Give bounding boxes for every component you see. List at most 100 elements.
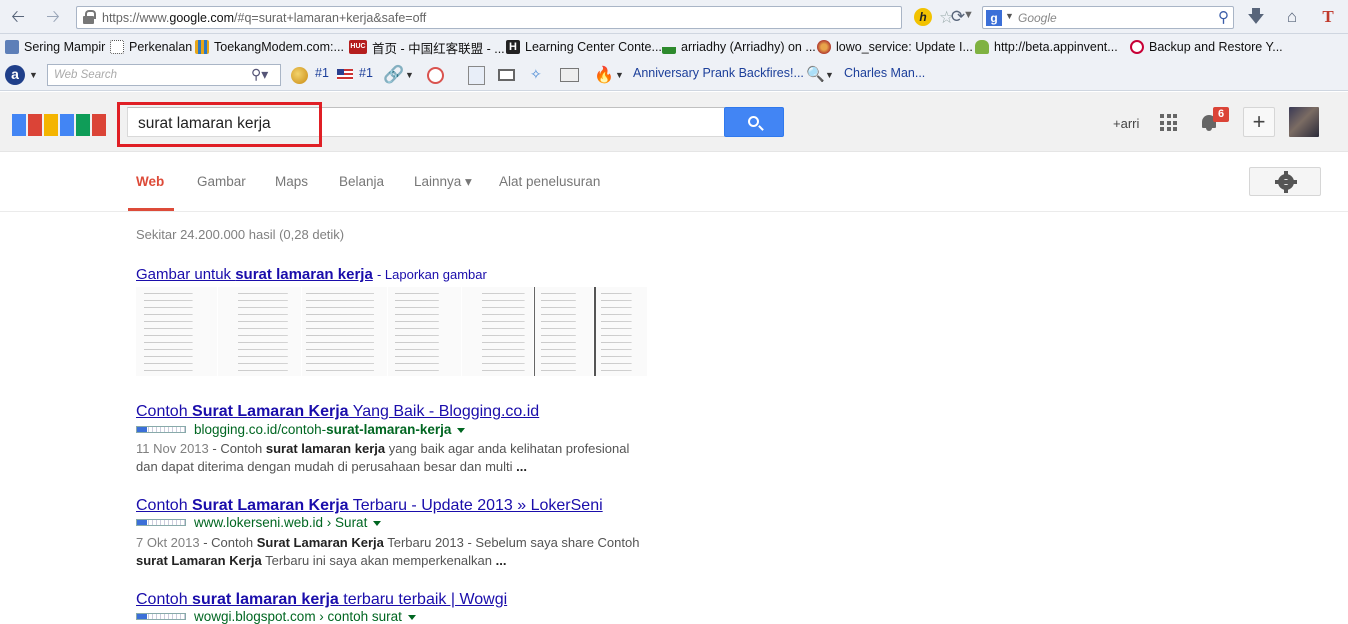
apps-grid-icon[interactable] bbox=[1160, 114, 1177, 131]
browser-search-placeholder: Google bbox=[1018, 11, 1057, 25]
chevron-down-icon[interactable]: ▼ bbox=[29, 70, 38, 80]
page-icon[interactable] bbox=[468, 66, 485, 85]
image-thumbnail[interactable] bbox=[594, 287, 648, 376]
globe-icon[interactable] bbox=[291, 67, 308, 84]
bookmark-label: Backup and Restore Y... bbox=[1149, 40, 1283, 54]
result-title-link[interactable]: Contoh Surat Lamaran Kerja Terbaru - Upd… bbox=[136, 497, 603, 515]
bookmark-label: Sering Mampir bbox=[24, 40, 106, 54]
tab-belanja[interactable]: Belanja bbox=[339, 174, 384, 189]
result-url: blogging.co.id/contoh-surat-lamaran-kerj… bbox=[136, 422, 466, 437]
bookmark-label: ToekangModem.com:... bbox=[214, 40, 344, 54]
tab-alat-penelusuran[interactable]: Alat penelusuran bbox=[499, 174, 600, 189]
grid-icon bbox=[195, 40, 209, 54]
search-button[interactable] bbox=[724, 107, 784, 137]
addon-toolbar: a ▼ Web Search ⚲▾ #1 #1 🔗 ▼ ✧ 🔥 ▼ Annive… bbox=[0, 60, 1348, 91]
bookmark-item[interactable]: http://beta.appinvent... bbox=[975, 39, 1118, 55]
chevron-down-icon[interactable]: ▼ bbox=[825, 70, 834, 80]
browser-search-box[interactable]: g ▼ Google ⚲ bbox=[982, 6, 1234, 29]
image-thumbnail[interactable] bbox=[534, 287, 594, 376]
back-arrow-icon[interactable]: 🡠 bbox=[8, 7, 28, 27]
image-thumbnail[interactable] bbox=[136, 287, 218, 376]
google-doodle-logo[interactable] bbox=[12, 112, 106, 136]
dotted-page-icon bbox=[110, 40, 124, 54]
user-profile-link[interactable]: +arri bbox=[1113, 116, 1139, 131]
result-title-link[interactable]: Contoh Surat Lamaran Kerja Yang Baik - B… bbox=[136, 403, 539, 421]
notification-count-badge[interactable]: 6 bbox=[1213, 107, 1229, 122]
h-addon-icon[interactable]: h bbox=[914, 8, 932, 26]
bookmark-item[interactable]: ToekangModem.com:... bbox=[195, 39, 344, 55]
bookmark-label: lowo_service: Update I... bbox=[836, 40, 973, 54]
result-url: wowgi.blogspot.com › contoh surat bbox=[136, 609, 416, 624]
id-card-icon[interactable] bbox=[560, 68, 579, 82]
url-dropdown-icon[interactable] bbox=[407, 615, 416, 620]
bookmark-label: Learning Center Conte... bbox=[525, 40, 662, 54]
share-plus-button[interactable]: + bbox=[1243, 107, 1275, 137]
bookmark-item[interactable]: Backup and Restore Y... bbox=[1130, 39, 1283, 55]
globe-icon bbox=[817, 40, 831, 54]
image-thumbnail[interactable] bbox=[388, 287, 462, 376]
tab-gambar[interactable]: Gambar bbox=[197, 174, 246, 189]
huc-icon: HUC bbox=[349, 40, 367, 54]
android-icon bbox=[975, 40, 989, 54]
bookmark-item[interactable]: HUC 首页 - 中国红客联盟 - ... bbox=[349, 39, 505, 56]
result-stats: Sekitar 24.200.000 hasil (0,28 detik) bbox=[136, 227, 345, 242]
feed-link[interactable]: Anniversary Prank Backfires!... bbox=[633, 66, 804, 80]
bookmark-label: arriadhy (Arriadhy) on ... bbox=[681, 40, 816, 54]
mail-icon[interactable] bbox=[498, 69, 515, 81]
image-thumbnail[interactable] bbox=[302, 287, 388, 376]
chevron-down-icon[interactable]: ▼ bbox=[405, 70, 414, 80]
bookmark-icon bbox=[5, 40, 19, 54]
pagerank-bar bbox=[136, 519, 186, 526]
report-images-link[interactable]: - Laporkan gambar bbox=[377, 267, 487, 282]
url-dropdown-icon[interactable] bbox=[457, 428, 466, 433]
image-results-link[interactable]: Gambar untuk surat lamaran kerja bbox=[136, 266, 373, 283]
bookmark-item[interactable]: Perkenalan bbox=[110, 39, 192, 55]
search-icon[interactable]: ⚲ bbox=[1218, 8, 1229, 26]
flag-icon bbox=[662, 40, 676, 54]
result-title-link[interactable]: Contoh surat lamaran kerja terbaru terba… bbox=[136, 591, 507, 609]
magnifier-icon[interactable]: 🔍 bbox=[806, 65, 825, 83]
debian-icon bbox=[1130, 40, 1144, 54]
timer-icon[interactable] bbox=[427, 67, 444, 84]
rank-label[interactable]: #1 bbox=[359, 66, 373, 80]
sparkle-icon[interactable]: ✧ bbox=[530, 66, 542, 83]
reload-icon[interactable]: ⟳ bbox=[948, 7, 968, 27]
tab-maps[interactable]: Maps bbox=[275, 174, 308, 189]
bookmark-label: http://beta.appinvent... bbox=[994, 40, 1118, 54]
lock-icon bbox=[83, 10, 96, 24]
google-engine-icon[interactable]: g bbox=[986, 10, 1002, 26]
image-thumbnail[interactable] bbox=[462, 287, 534, 376]
url-dropdown-icon[interactable] bbox=[373, 521, 382, 526]
ask-logo-icon[interactable]: a bbox=[5, 65, 25, 85]
t-addon-icon[interactable]: T bbox=[1318, 7, 1338, 27]
engine-dropdown-icon[interactable]: ▼ bbox=[1005, 11, 1014, 21]
feed-link[interactable]: Charles Man... bbox=[844, 66, 925, 80]
web-search-placeholder: Web Search bbox=[54, 69, 118, 81]
tab-lainnya[interactable]: Lainnya ▾ bbox=[414, 174, 472, 190]
bookmark-label: Perkenalan bbox=[129, 40, 193, 54]
address-bar[interactable]: https://www.google.com/#q=surat+lamaran+… bbox=[76, 6, 974, 29]
bookmark-item[interactable]: arriadhy (Arriadhy) on ... bbox=[662, 39, 816, 55]
us-flag-icon bbox=[337, 69, 353, 80]
search-icon[interactable]: ⚲▾ bbox=[251, 66, 268, 83]
image-thumbnail[interactable] bbox=[218, 287, 302, 376]
tab-web[interactable]: Web bbox=[136, 174, 164, 189]
image-thumbnails bbox=[136, 287, 648, 376]
rank-label[interactable]: #1 bbox=[315, 66, 329, 80]
chevron-down-icon[interactable]: ▼ bbox=[615, 70, 624, 80]
fire-icon[interactable]: 🔥 bbox=[594, 65, 614, 85]
bookmark-item[interactable]: lowo_service: Update I... bbox=[817, 39, 973, 55]
settings-button[interactable] bbox=[1249, 167, 1321, 196]
download-icon[interactable]: 🡇 bbox=[1246, 7, 1266, 27]
pagerank-bar bbox=[136, 426, 186, 433]
avatar[interactable] bbox=[1289, 107, 1319, 137]
bookmark-item[interactable]: H Learning Center Conte... bbox=[506, 39, 662, 55]
home-icon[interactable]: ⌂ bbox=[1282, 7, 1302, 27]
forward-arrow-icon[interactable]: 🡢 bbox=[43, 7, 63, 27]
browser-nav-bar: 🡠 🡢 https://www.google.com/#q=surat+lama… bbox=[0, 0, 1348, 34]
web-search-input[interactable]: Web Search ⚲▾ bbox=[47, 64, 281, 86]
result-url: www.lokerseni.web.id › Surat bbox=[136, 515, 382, 530]
result-snippet: 11 Nov 2013 - Contoh surat lamaran kerja… bbox=[136, 441, 630, 474]
bookmark-item[interactable]: Sering Mampir bbox=[5, 39, 105, 55]
link-icon[interactable]: 🔗 bbox=[383, 65, 404, 85]
